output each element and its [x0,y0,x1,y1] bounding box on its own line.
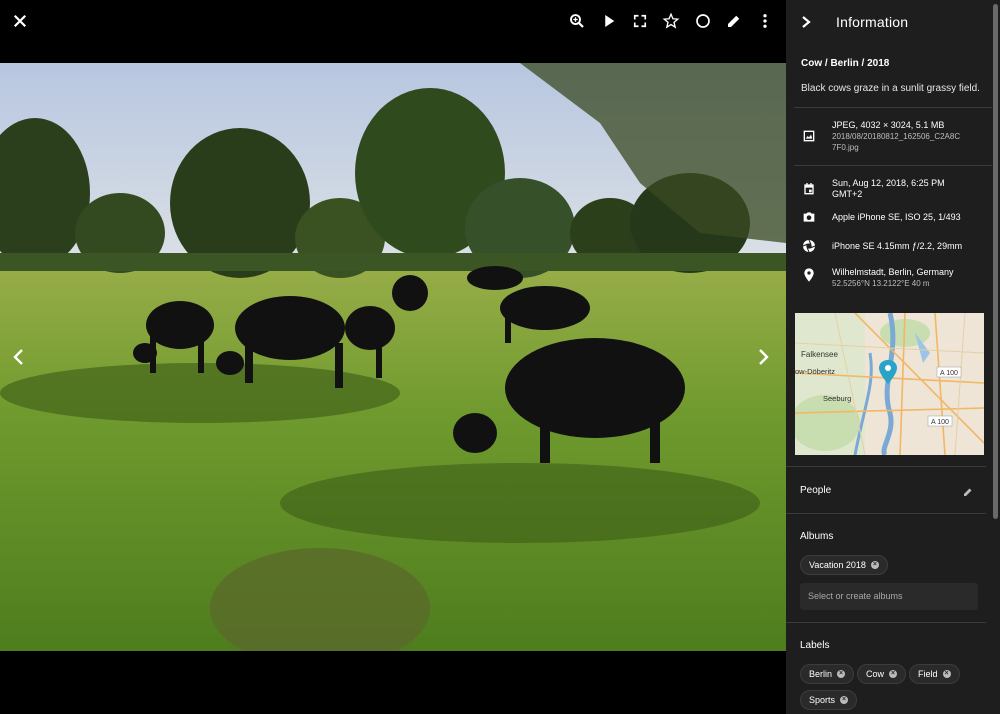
divider [794,165,992,166]
divider [786,622,986,623]
camera-details[interactable]: Apple iPhone SE, ISO 25, 1/493 [832,209,961,225]
location-coordinates: 52.5256°N 13.2122°E 40 m [832,279,930,288]
panel-title: Information [836,14,909,30]
file-path: 2018/08/20180812_162506_C2A8C [832,132,961,141]
remove-icon[interactable]: × [840,696,849,704]
albums-label: Albums [800,531,834,542]
zoom-button[interactable] [566,10,588,32]
date-taken[interactable]: Sun, Aug 12, 2018, 6:25 PM [832,178,945,189]
chevron-left-icon [13,349,23,365]
play-icon [605,15,615,27]
location-name[interactable]: Wilhelmstadt, Berlin, Germany [832,267,954,278]
aperture-icon [801,238,817,254]
previous-photo-button[interactable] [7,345,31,369]
label-chip[interactable]: Cow × [857,664,907,684]
camera-info: Apple iPhone SE, ISO 25, 1/493 [786,209,1000,225]
collapse-panel-button[interactable] [800,15,812,29]
panel-header: Information [786,0,1000,44]
photo-viewer [0,0,786,714]
lens-details[interactable]: iPhone SE 4.15mm ƒ/2.2, 29mm [832,238,962,254]
select-button[interactable] [692,10,714,32]
map-label-doberitz: ow-Döberitz [795,367,835,376]
map-road-a100: A 100 [940,370,958,377]
map-label-seeburg: Seeburg [823,394,851,403]
map-label-falkensee: Falkensee [801,350,838,359]
location-map[interactable]: Falkensee ow-Döberitz Seeburg A 100 A 10… [795,313,984,455]
next-photo-button[interactable] [751,345,775,369]
circle-icon [696,14,710,28]
more-icon [763,14,767,28]
fullscreen-icon [633,14,647,28]
remove-icon[interactable]: × [870,561,879,569]
panel-scrollbar[interactable] [993,4,998,519]
file-path-cont: 7F0.jpg [832,143,859,152]
date-info: Sun, Aug 12, 2018, 6:25 PM GMT+2 [786,178,1000,200]
fullscreen-button[interactable] [629,10,651,32]
favorite-button[interactable] [660,10,682,32]
edit-icon [964,488,972,496]
timezone: GMT+2 [832,189,863,199]
edit-button[interactable] [723,10,745,32]
photo-description[interactable]: Black cows graze in a sunlit grassy fiel… [801,83,985,94]
close-icon [13,14,27,28]
label-chip-text: Sports [809,695,836,705]
chevron-right-icon [802,16,811,28]
close-button[interactable] [9,10,31,32]
slideshow-button[interactable] [598,10,620,32]
label-chip[interactable]: Sports × [800,690,858,710]
location-info: Wilhelmstadt, Berlin, Germany 52.5256°N … [786,267,1000,289]
edit-icon [728,15,740,27]
labels-label: Labels [800,640,830,651]
image-icon [801,128,817,144]
remove-icon[interactable]: × [837,670,846,678]
calendar-icon [801,181,817,197]
albums-input[interactable]: Select or create albums [800,583,978,610]
more-button[interactable] [754,10,776,32]
lens-info: iPhone SE 4.15mm ƒ/2.2, 29mm [786,238,1000,254]
file-format: JPEG, 4032 × 3024, 5.1 MB [832,120,945,130]
label-chip-text: Field [918,669,938,679]
label-chip[interactable]: Field × [909,664,960,684]
location-pin-icon [801,267,817,283]
label-chip[interactable]: Berlin × [800,664,855,684]
divider [786,513,986,514]
camera-icon [801,209,817,225]
photo-title[interactable]: Cow / Berlin / 2018 [801,58,985,69]
label-chip-text: Berlin [809,669,833,679]
chevron-right-icon [759,349,769,365]
file-info: JPEG, 4032 × 3024, 5.1 MB 2018/08/201808… [786,120,1000,153]
map-road-a100-2: A 100 [931,419,949,426]
divider [786,466,986,467]
divider [794,107,992,108]
album-chip-label: Vacation 2018 [809,560,866,570]
people-label: People [800,485,832,496]
remove-icon[interactable]: × [942,670,951,678]
remove-icon[interactable]: × [889,670,898,678]
star-icon [662,12,680,29]
album-chip[interactable]: Vacation 2018 × [800,555,888,575]
edit-people-button[interactable] [962,485,974,497]
label-chip-text: Cow [866,669,885,679]
photo-image [0,63,786,651]
zoom-icon [570,14,584,28]
